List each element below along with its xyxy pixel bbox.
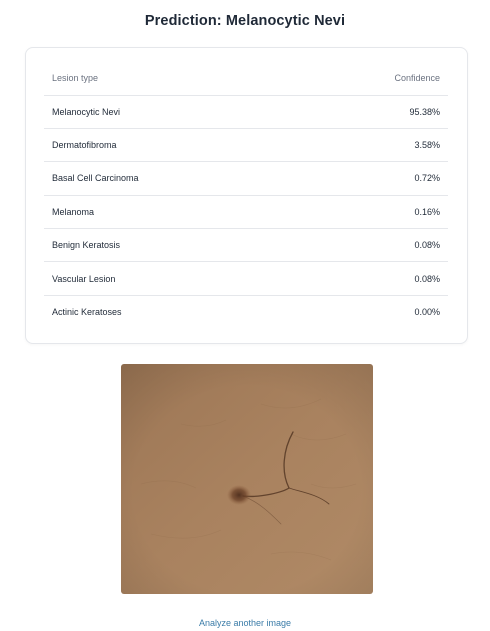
lesion-type-cell: Melanocytic Nevi bbox=[44, 95, 297, 129]
table-row: Basal Cell Carcinoma 0.72% bbox=[44, 161, 448, 196]
confidence-cell: 0.00% bbox=[414, 307, 440, 318]
lesion-type-cell: Basal Cell Carcinoma bbox=[44, 161, 297, 196]
lesion-type-cell: Vascular Lesion bbox=[44, 261, 297, 296]
lesion-type-cell: Actinic Keratoses bbox=[52, 307, 122, 318]
analyze-another-image-link[interactable]: Analyze another image bbox=[0, 618, 490, 628]
confidence-cell: 0.72% bbox=[296, 161, 448, 196]
results-table: Lesion type Confidence Melanocytic Nevi … bbox=[44, 62, 448, 329]
table-header-row: Lesion type Confidence bbox=[44, 62, 448, 96]
table-row: Dermatofibroma 3.58% bbox=[44, 128, 448, 163]
prediction-page: Prediction: Melanocytic Nevi Lesion type… bbox=[0, 0, 490, 631]
skin-lesion-image bbox=[121, 364, 373, 594]
table-row: Melanoma 0.16% bbox=[44, 195, 448, 230]
column-header-confidence: Confidence bbox=[296, 62, 448, 96]
confidence-cell: 0.16% bbox=[296, 195, 448, 230]
skin-lesion-graphic bbox=[121, 364, 373, 594]
results-card: Lesion type Confidence Melanocytic Nevi … bbox=[25, 47, 468, 344]
confidence-cell: 0.08% bbox=[296, 261, 448, 296]
confidence-cell: 95.38% bbox=[296, 95, 448, 129]
table-row: Actinic Keratoses 0.00% bbox=[44, 295, 448, 328]
table-row: Benign Keratosis 0.08% bbox=[44, 228, 448, 263]
confidence-cell: 3.58% bbox=[296, 128, 448, 163]
lesion-type-cell: Benign Keratosis bbox=[44, 228, 297, 263]
table-row: Melanocytic Nevi 95.38% bbox=[44, 95, 448, 129]
lesion-type-cell: Melanoma bbox=[44, 195, 297, 230]
table-row: Vascular Lesion 0.08% bbox=[44, 261, 448, 296]
page-title: Prediction: Melanocytic Nevi bbox=[144, 13, 346, 29]
lesion-type-cell: Dermatofibroma bbox=[44, 128, 297, 163]
confidence-cell: 0.08% bbox=[296, 228, 448, 263]
column-header-lesion-type: Lesion type bbox=[44, 62, 297, 96]
